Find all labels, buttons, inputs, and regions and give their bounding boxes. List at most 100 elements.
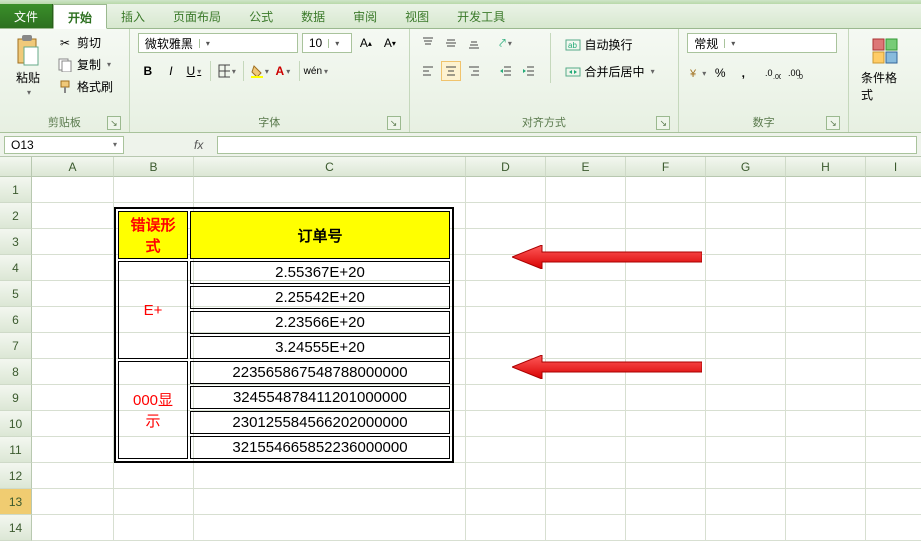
column-header[interactable]: E	[546, 157, 626, 177]
align-bottom-icon[interactable]	[464, 33, 484, 53]
row-header[interactable]: 13	[0, 489, 32, 515]
row-header[interactable]: 9	[0, 385, 32, 411]
copy-icon	[57, 57, 73, 73]
alignment-launcher[interactable]: ↘	[656, 116, 670, 130]
arrow-annotation-1	[512, 245, 702, 269]
increase-font-icon[interactable]: A▴	[356, 33, 376, 53]
copy-button[interactable]: 复制▾	[54, 55, 116, 74]
number-format-combo[interactable]: 常规▾	[687, 33, 837, 53]
font-name-combo[interactable]: 微软雅黑▾	[138, 33, 298, 53]
percent-button[interactable]: %	[710, 63, 730, 83]
formula-input[interactable]	[217, 136, 917, 154]
tab-view[interactable]: 视图	[391, 4, 443, 28]
tab-insert[interactable]: 插入	[107, 4, 159, 28]
group-label-000: 000显示	[118, 361, 188, 459]
bold-button[interactable]: B	[138, 61, 158, 81]
column-header[interactable]: D	[466, 157, 546, 177]
table-cell: 321554665852236000000	[190, 436, 450, 459]
row-header[interactable]: 6	[0, 307, 32, 333]
table-cell: 230125584566202000000	[190, 411, 450, 434]
table-header-order-no: 订单号	[190, 211, 450, 259]
number-launcher[interactable]: ↘	[826, 116, 840, 130]
row-header[interactable]: 3	[0, 229, 32, 255]
svg-text:ab: ab	[568, 41, 577, 50]
tab-home[interactable]: 开始	[53, 4, 107, 29]
format-painter-button[interactable]: 格式刷	[54, 77, 116, 96]
row-header[interactable]: 11	[0, 437, 32, 463]
row-header[interactable]: 10	[0, 411, 32, 437]
name-box[interactable]: O13▾	[4, 136, 124, 154]
formula-bar: O13▾ fx	[0, 133, 921, 157]
svg-text:.0: .0	[797, 74, 803, 80]
italic-button[interactable]: I	[161, 61, 181, 81]
align-center-icon[interactable]	[441, 61, 461, 81]
decrease-decimal-icon[interactable]: .00.0	[786, 63, 806, 83]
cut-button[interactable]: ✂ 剪切	[54, 33, 116, 52]
increase-indent-icon[interactable]	[519, 61, 539, 81]
wrap-icon: ab	[565, 37, 581, 53]
merge-icon	[565, 64, 581, 80]
align-top-icon[interactable]	[418, 33, 438, 53]
font-launcher[interactable]: ↘	[387, 116, 401, 130]
column-header[interactable]: C	[194, 157, 466, 177]
row-header[interactable]: 5	[0, 281, 32, 307]
column-header[interactable]: B	[114, 157, 194, 177]
row-header[interactable]: 4	[0, 255, 32, 281]
increase-decimal-icon[interactable]: .0.00	[763, 63, 783, 83]
group-label-e-plus: E+	[118, 261, 188, 359]
row-header[interactable]: 14	[0, 515, 32, 541]
column-header[interactable]: I	[866, 157, 921, 177]
arrow-annotation-2	[512, 355, 702, 379]
table-cell: 3.24555E+20	[190, 336, 450, 359]
row-header[interactable]: 8	[0, 359, 32, 385]
currency-button[interactable]: ¥▾	[687, 63, 707, 83]
menu-file[interactable]: 文件	[0, 4, 53, 28]
select-all-corner[interactable]	[0, 157, 32, 177]
table-cell: 2.55367E+20	[190, 261, 450, 284]
align-right-icon[interactable]	[464, 61, 484, 81]
orientation-button[interactable]: ⤤▾	[496, 33, 516, 53]
row-header[interactable]: 7	[0, 333, 32, 359]
borders-button[interactable]: ▾	[217, 61, 237, 81]
decrease-indent-icon[interactable]	[496, 61, 516, 81]
font-size-combo[interactable]: 10▾	[302, 33, 352, 53]
paste-button[interactable]: 粘贴▾	[8, 33, 48, 99]
column-header[interactable]: H	[786, 157, 866, 177]
row-header[interactable]: 12	[0, 463, 32, 489]
scissors-icon: ✂	[57, 35, 73, 51]
clipboard-launcher[interactable]: ↘	[107, 116, 121, 130]
tab-data[interactable]: 数据	[287, 4, 339, 28]
row-header[interactable]: 1	[0, 177, 32, 203]
merge-center-button[interactable]: 合并后居中▾	[562, 62, 658, 81]
fill-color-button[interactable]: ▾	[250, 61, 270, 81]
table-cell: 2.25542E+20	[190, 286, 450, 309]
conditional-formatting-button[interactable]: 条件格式	[857, 33, 913, 105]
underline-button[interactable]: U▾	[184, 61, 204, 81]
brush-icon	[57, 79, 73, 95]
column-header[interactable]: A	[32, 157, 114, 177]
table-cell: 2.23566E+20	[190, 311, 450, 334]
table-cell: 324554878411201000000	[190, 386, 450, 409]
tab-review[interactable]: 审阅	[339, 4, 391, 28]
tab-developer[interactable]: 开发工具	[443, 4, 519, 28]
wrap-text-button[interactable]: ab 自动换行	[562, 35, 658, 54]
row-header[interactable]: 2	[0, 203, 32, 229]
decrease-font-icon[interactable]: A▾	[380, 33, 400, 53]
tab-formulas[interactable]: 公式	[235, 4, 287, 28]
column-header[interactable]: G	[706, 157, 786, 177]
worksheet[interactable]: 1234567891011121314 ABCDEFGHI 错误形式 订单号 E…	[0, 157, 921, 541]
fx-icon[interactable]: fx	[184, 138, 213, 152]
align-left-icon[interactable]	[418, 61, 438, 81]
tab-page-layout[interactable]: 页面布局	[159, 4, 235, 28]
data-table: 错误形式 订单号 E+ 2.55367E+20 2.25542E+20 2.23…	[114, 207, 454, 463]
ribbon: 粘贴▾ ✂ 剪切 复制▾ 格式刷	[0, 29, 921, 133]
align-middle-icon[interactable]	[441, 33, 461, 53]
menu-bar: 文件 开始 插入 页面布局 公式 数据 审阅 视图 开发工具	[0, 4, 921, 29]
comma-button[interactable]: ,	[733, 63, 753, 83]
svg-text:¥: ¥	[689, 68, 697, 80]
phonetic-button[interactable]: wén▾	[306, 61, 326, 81]
column-header[interactable]: F	[626, 157, 706, 177]
cond-format-icon	[869, 35, 901, 67]
table-header-error-form: 错误形式	[118, 211, 188, 259]
font-color-button[interactable]: A▾	[273, 61, 293, 81]
